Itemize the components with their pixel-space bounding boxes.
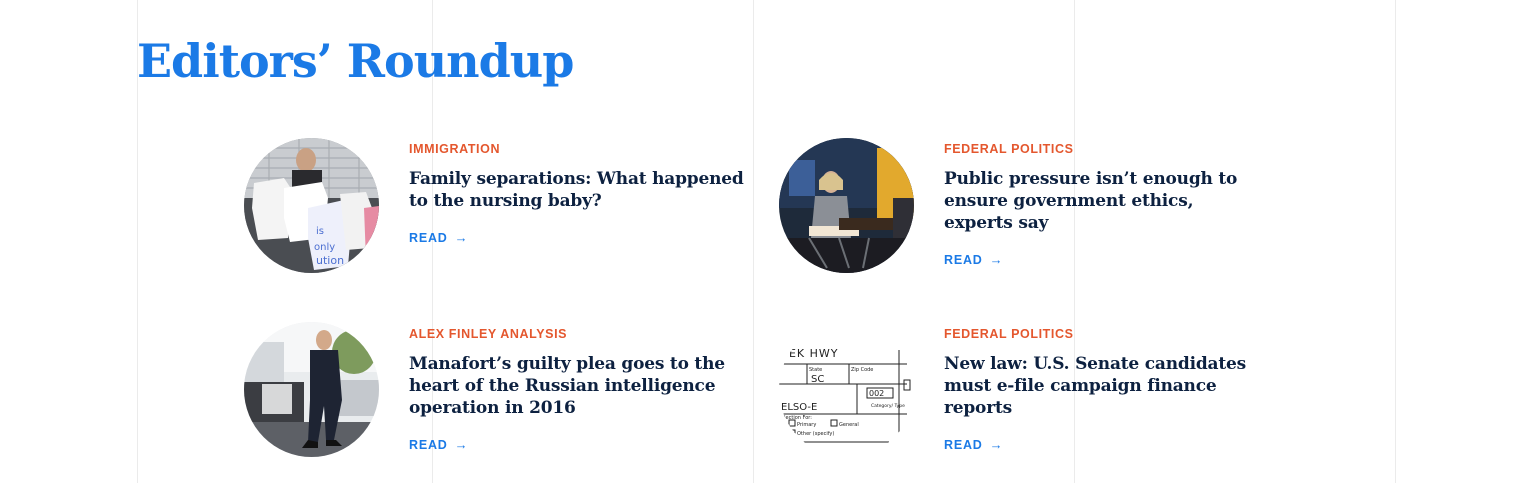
man-walking-photo <box>244 322 379 457</box>
form-text: 002 <box>869 389 884 398</box>
article-thumbnail[interactable] <box>779 138 914 273</box>
arrow-right-icon: → <box>989 437 1004 452</box>
arrow-right-icon: → <box>989 252 1004 267</box>
arrow-right-icon: → <box>454 437 469 452</box>
read-more-link[interactable]: READ → <box>944 252 1003 267</box>
grid-line <box>753 0 754 483</box>
form-text: Primary <box>797 422 816 428</box>
article-category[interactable]: FEDERAL POLITICS <box>944 327 1074 341</box>
form-text: Zip Code <box>851 367 873 373</box>
read-label: READ <box>944 252 983 267</box>
article-headline-link[interactable]: Family separations: What happened to the… <box>409 168 744 212</box>
svg-text:only: only <box>314 242 335 253</box>
form-text: ELSO-E <box>781 402 817 413</box>
read-more-link[interactable]: READ → <box>409 437 468 452</box>
form-text: General <box>839 422 859 428</box>
campaign-form-image: EEK HWY State SC Zip Code 002 Category/ … <box>779 322 914 457</box>
article-category[interactable]: FEDERAL POLITICS <box>944 142 1074 156</box>
read-more-link[interactable]: READ → <box>944 437 1003 452</box>
grid-line <box>1395 0 1396 483</box>
article-category[interactable]: ALEX FINLEY ANALYSIS <box>409 327 567 341</box>
section-title: Editors’ Roundup <box>137 34 574 88</box>
form-text: Other (specify) <box>797 431 834 437</box>
article-headline-link[interactable]: New law: U.S. Senate candidates must e-f… <box>944 353 1264 419</box>
svg-text:ution: ution <box>316 254 344 267</box>
svg-text:is: is <box>316 226 324 237</box>
protest-onesies-photo: is only ution <box>244 138 379 273</box>
form-text: State <box>809 367 822 373</box>
read-label: READ <box>409 437 448 452</box>
article-thumbnail[interactable] <box>244 322 379 457</box>
article-headline-link[interactable]: Public pressure isn’t enough to ensure g… <box>944 168 1264 234</box>
read-label: READ <box>944 437 983 452</box>
article-headline-link[interactable]: Manafort’s guilty plea goes to the heart… <box>409 353 729 419</box>
article-thumbnail[interactable]: EEK HWY State SC Zip Code 002 Category/ … <box>779 322 914 457</box>
form-text: EEK HWY <box>781 347 838 360</box>
arrow-right-icon: → <box>454 230 469 245</box>
editors-roundup-section: Editors’ Roundup is only ution IMMIGRATI… <box>0 0 1534 483</box>
article-category[interactable]: IMMIGRATION <box>409 142 500 156</box>
form-text: Category/ Type <box>871 403 905 409</box>
read-more-link[interactable]: READ → <box>409 230 468 245</box>
form-text: SC <box>811 374 824 385</box>
read-label: READ <box>409 230 448 245</box>
panel-discussion-photo <box>779 138 914 273</box>
form-text: Election For: <box>781 415 812 421</box>
article-thumbnail[interactable]: is only ution <box>244 138 379 273</box>
